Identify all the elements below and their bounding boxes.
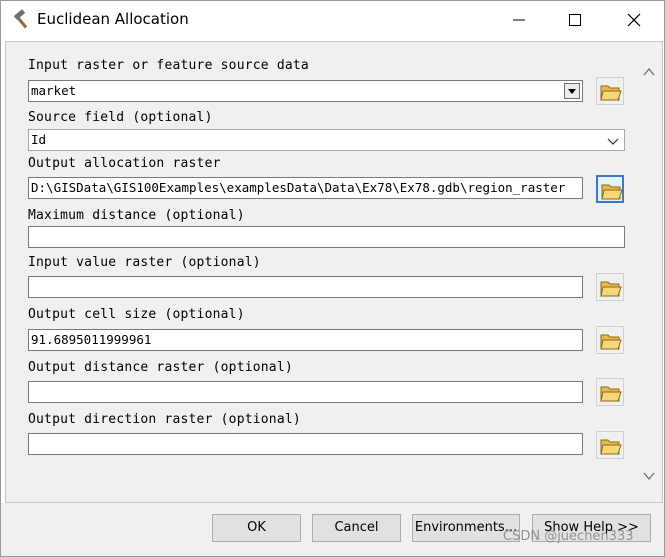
open-folder-icon — [600, 386, 622, 402]
browse-input-source-button[interactable] — [596, 77, 624, 105]
close-button[interactable] — [611, 1, 657, 39]
source-field-value: Id — [31, 132, 47, 147]
param-label-max-distance: Maximum distance (optional) — [28, 208, 245, 223]
open-folder-icon — [600, 85, 622, 101]
input-source-value: market — [31, 83, 77, 98]
max-distance-input[interactable] — [28, 226, 625, 248]
close-icon — [627, 13, 641, 27]
minimize-icon — [513, 19, 525, 21]
hammer-icon — [11, 9, 33, 31]
input-source-combo[interactable]: market — [28, 80, 583, 102]
output-allocation-input[interactable]: D:\GISData\GIS100Examples\examplesData\D… — [28, 177, 583, 199]
param-label-input-source: Input raster or feature source data — [28, 58, 309, 73]
open-folder-icon — [600, 439, 622, 455]
output-allocation-value: D:\GISData\GIS100Examples\examplesData\D… — [31, 180, 566, 195]
param-label-input-value-raster: Input value raster (optional) — [28, 255, 261, 270]
watermark: CSDN @juechen333 — [503, 529, 634, 544]
browse-output-allocation-button[interactable] — [596, 175, 624, 203]
title-bar[interactable]: Euclidean Allocation — [1, 1, 664, 39]
param-label-output-allocation: Output allocation raster — [28, 156, 221, 171]
open-folder-icon — [600, 334, 622, 350]
param-label-output-direction: Output direction raster (optional) — [28, 412, 301, 427]
combo-dropdown-button[interactable] — [564, 83, 580, 99]
browse-input-value-raster-button[interactable] — [596, 273, 624, 301]
ok-button[interactable]: OK — [212, 514, 301, 542]
cell-size-value: 91.6895011999961 — [31, 332, 152, 347]
triangle-down-icon — [568, 89, 576, 94]
maximize-icon — [569, 14, 581, 26]
param-label-output-distance: Output distance raster (optional) — [28, 360, 293, 375]
window-title: Euclidean Allocation — [37, 10, 189, 28]
minimize-button[interactable] — [496, 1, 542, 39]
maximize-button[interactable] — [552, 1, 598, 39]
browse-cell-size-button[interactable] — [596, 326, 624, 354]
open-folder-icon — [600, 281, 622, 297]
input-value-raster-input[interactable] — [28, 276, 583, 298]
browse-output-distance-button[interactable] — [596, 378, 624, 406]
chevron-down-icon — [643, 472, 655, 481]
cell-size-input[interactable]: 91.6895011999961 — [28, 329, 583, 351]
euclidean-allocation-dialog: Euclidean Allocation Input raster or fea… — [0, 0, 665, 557]
chevron-down-icon — [607, 138, 619, 145]
scroll-up-button[interactable] — [642, 64, 656, 78]
parameters-panel: Input raster or feature source data mark… — [5, 41, 663, 503]
output-distance-input[interactable] — [28, 381, 583, 403]
source-field-dropdown[interactable]: Id — [28, 129, 625, 151]
scroll-down-button[interactable] — [642, 468, 656, 482]
chevron-up-icon — [643, 67, 655, 76]
output-direction-input[interactable] — [28, 433, 583, 455]
open-folder-icon — [601, 184, 623, 200]
browse-output-direction-button[interactable] — [596, 431, 624, 459]
cancel-button[interactable]: Cancel — [312, 514, 401, 542]
param-label-cell-size: Output cell size (optional) — [28, 307, 245, 322]
param-label-source-field: Source field (optional) — [28, 110, 213, 125]
